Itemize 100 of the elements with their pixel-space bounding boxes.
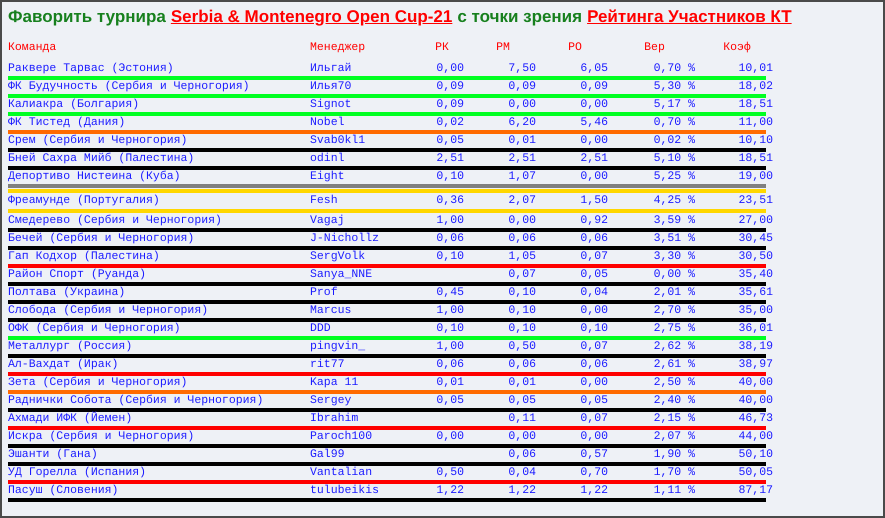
table-cell-text: 30,50 <box>737 250 774 263</box>
column-header: Коэф <box>722 41 752 54</box>
table-cell-text: 27,00 <box>737 214 774 227</box>
table-cell-text: 18,02 <box>737 80 774 93</box>
table-cell-text: 5,25 % <box>652 170 696 183</box>
table-cell-text: 0,70 % <box>652 62 696 75</box>
table-cell-text: ОФК (Сербия и Черногория) <box>8 322 182 335</box>
table-cell-text: 0,00 <box>507 430 537 443</box>
table-cell-text: 2,07 <box>507 194 537 207</box>
column-header: Вер <box>643 41 666 54</box>
table-cell-text: 0,02 <box>435 116 465 129</box>
table-cell-text: Раднички Собота (Сербия и Черногория) <box>8 394 264 407</box>
table-cell-text: SergVolk <box>310 250 366 263</box>
table-cell-text: 0,10 <box>579 322 609 335</box>
column-header: Команда <box>8 41 58 54</box>
table-cell-text: 0,10 <box>507 304 537 317</box>
table-cell-text: 0,09 <box>507 80 537 93</box>
table-cell-text: 1,22 <box>435 484 465 497</box>
table-cell-text: Пасуш (Словения) <box>8 484 120 497</box>
table-cell-text: 18,51 <box>737 152 774 165</box>
table-cell-text: 4,25 % <box>652 194 696 207</box>
title-link[interactable]: Serbia & Montenegro Open Cup-21 <box>170 7 452 26</box>
column-header: РО <box>567 41 583 54</box>
table-cell-text: J-Nichollz <box>310 232 380 245</box>
table-cell-text: Nobel <box>310 116 346 129</box>
table-cell-text: DDD <box>310 322 332 335</box>
table-cell-text: 1,07 <box>507 170 537 183</box>
table-cell-text: 5,46 <box>579 116 609 129</box>
table-cell-text: Искра (Сербия и Черногория) <box>8 430 196 443</box>
table-cell-text: 0,05 <box>507 394 537 407</box>
table-cell-text: 2,50 % <box>652 376 696 389</box>
table-cell-text: Полтава (Украина) <box>8 286 126 299</box>
table-cell-text: 0,05 <box>435 394 465 407</box>
table-cell-text: Смедерево (Сербия и Черногория) <box>8 214 223 227</box>
table-cell-text: 1,22 <box>507 484 537 497</box>
table-cell-text: Слобода (Сербия и Черногория) <box>8 304 210 317</box>
table-cell-text: 0,50 <box>435 466 465 479</box>
table-cell-text: 0,57 <box>579 448 609 461</box>
table-cell-text: 2,75 % <box>652 322 696 335</box>
column-header: РМ <box>495 41 511 54</box>
table-cell-text: 38,19 <box>737 340 774 353</box>
table-cell-text: Металлург (Россия) <box>8 340 134 353</box>
table-cell-text: 50,05 <box>737 466 774 479</box>
table-cell-text: 10,10 <box>737 134 774 147</box>
table-cell-text: Гап Кодхор (Палестина) <box>8 250 161 263</box>
table-cell-text: Зета (Сербия и Черногория) <box>8 376 188 389</box>
table-cell-text: 3,30 % <box>652 250 696 263</box>
table-cell-text: 0,09 <box>435 98 465 111</box>
table-cell-text: 0,00 <box>579 304 609 317</box>
table-cell-text: 7,50 <box>507 62 537 75</box>
table-cell-text: Fesh <box>310 194 339 207</box>
table-cell-text: 0,70 % <box>652 116 696 129</box>
table-cell-text: 0,10 <box>435 322 465 335</box>
table-cell-text: 3,59 % <box>652 214 696 227</box>
table-cell-text: Бней Сахра Мийб (Палестина) <box>8 152 196 165</box>
table-cell-text: 0,70 <box>579 466 609 479</box>
title-link[interactable]: Рейтинга Участников КТ <box>587 7 792 26</box>
table-cell-text: 40,00 <box>737 376 774 389</box>
table-cell-text: 0,00 <box>579 170 609 183</box>
title-text: с точки зрения <box>457 7 582 26</box>
table-cell-text: Vantalian <box>310 466 374 479</box>
table-cell-text: 0,09 <box>579 80 609 93</box>
table-cell-text: 38,97 <box>737 358 774 371</box>
table-cell-text: 5,17 % <box>652 98 696 111</box>
table-cell-text: ФК Будучность (Сербия и Черногория) <box>8 80 251 93</box>
table-cell-text: ФК Тистед (Дания) <box>8 116 126 129</box>
table-cell-text: 0,00 <box>579 98 609 111</box>
table-cell-text: 23,51 <box>737 194 774 207</box>
table-cell-text: Kapa 11 <box>310 376 360 389</box>
table-cell-text: 6,20 <box>507 116 537 129</box>
table-cell-text: 46,73 <box>737 412 774 425</box>
table-cell-text: Marcus <box>310 304 352 317</box>
column-header: РК <box>434 41 450 54</box>
table-cell-text: УД Горелла (Испания) <box>8 466 148 479</box>
table-cell-text: 19,00 <box>737 170 774 183</box>
table-cell-text: Svab0kl1 <box>310 134 366 147</box>
table-cell-text: 0,10 <box>435 170 465 183</box>
table-cell-text: Eight <box>310 170 346 183</box>
table-cell-text: 0,00 <box>435 430 465 443</box>
table-cell-text: 35,61 <box>737 286 774 299</box>
table-cell-text: Бечей (Сербия и Черногория) <box>8 232 196 245</box>
table-cell-text: Ильгай <box>310 62 352 75</box>
table-cell-text: Sanya_NNE <box>310 268 374 281</box>
table-cell-text: 2,51 <box>579 152 609 165</box>
table-cell-text: 40,00 <box>737 394 774 407</box>
table-cell-text: 0,06 <box>507 232 537 245</box>
table-cell-text: 0,10 <box>507 322 537 335</box>
table-cell-text: 35,40 <box>737 268 774 281</box>
table-cell-text: 36,01 <box>737 322 774 335</box>
table-cell-text: 0,00 <box>579 376 609 389</box>
table-cell-text: Калиакра (Болгария) <box>8 98 140 111</box>
table-cell-text: Sergey <box>310 394 352 407</box>
table-cell-text: 0,06 <box>579 232 609 245</box>
table-cell-text: 3,51 % <box>652 232 696 245</box>
table-cell-text: 6,05 <box>579 62 609 75</box>
table-cell-text: 2,62 % <box>652 340 696 353</box>
table-cell-text: Gal99 <box>310 448 346 461</box>
table-cell-text: Срем (Сербия и Черногория) <box>8 134 188 147</box>
table-cell-text: 0,07 <box>579 250 609 263</box>
table-cell-text: Paroch100 <box>310 430 374 443</box>
